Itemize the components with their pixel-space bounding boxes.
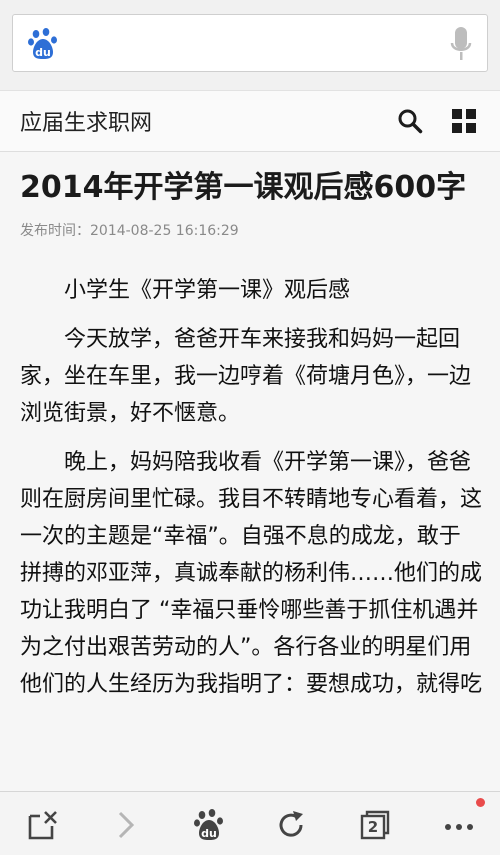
- browser-bottom-bar: du 2: [0, 791, 500, 855]
- svg-text:du: du: [201, 827, 217, 840]
- more-menu-icon[interactable]: [442, 808, 476, 842]
- browser-top-bar: du: [0, 0, 500, 90]
- paragraph: 小学生《开学第一课》观后感: [64, 278, 351, 303]
- article-title: 2014年开学第一课观后感600字: [20, 170, 467, 205]
- tabs-button[interactable]: 2: [358, 808, 392, 842]
- baidu-home-icon[interactable]: du: [192, 808, 226, 842]
- search-icon[interactable]: [397, 108, 423, 134]
- grid-menu-icon[interactable]: [452, 109, 476, 133]
- notification-dot: [476, 798, 485, 807]
- close-page-icon[interactable]: [26, 808, 60, 842]
- refresh-icon[interactable]: [274, 808, 308, 842]
- search-input[interactable]: du: [12, 14, 488, 72]
- article-body: 小学生《开学第一课》观后感 今天放学，爸爸开车来接我和妈妈一起回家，坐在车里，我…: [20, 272, 482, 703]
- forward-icon[interactable]: [108, 808, 142, 842]
- site-name[interactable]: 应届生求职网: [20, 105, 152, 137]
- baidu-paw-icon[interactable]: du: [27, 27, 59, 61]
- paragraph: 晚上，妈妈陪我收看《开学第一课》，爸爸则在厨房间里忙碌。我目不转睛地专心看着，这…: [20, 450, 483, 697]
- article: 2014年开学第一课观后感600字 发布时间：2014-08-25 16:16:…: [20, 168, 482, 703]
- publish-time: 发布时间：2014-08-25 16:16:29: [20, 223, 239, 239]
- svg-text:du: du: [35, 46, 51, 59]
- paragraph: 今天放学，爸爸开车来接我和妈妈一起回家，坐在车里，我一边哼着《荷塘月色》，一边浏…: [20, 327, 472, 426]
- tab-count: 2: [367, 818, 379, 836]
- site-header: 应届生求职网: [0, 90, 500, 152]
- microphone-icon[interactable]: [449, 25, 473, 63]
